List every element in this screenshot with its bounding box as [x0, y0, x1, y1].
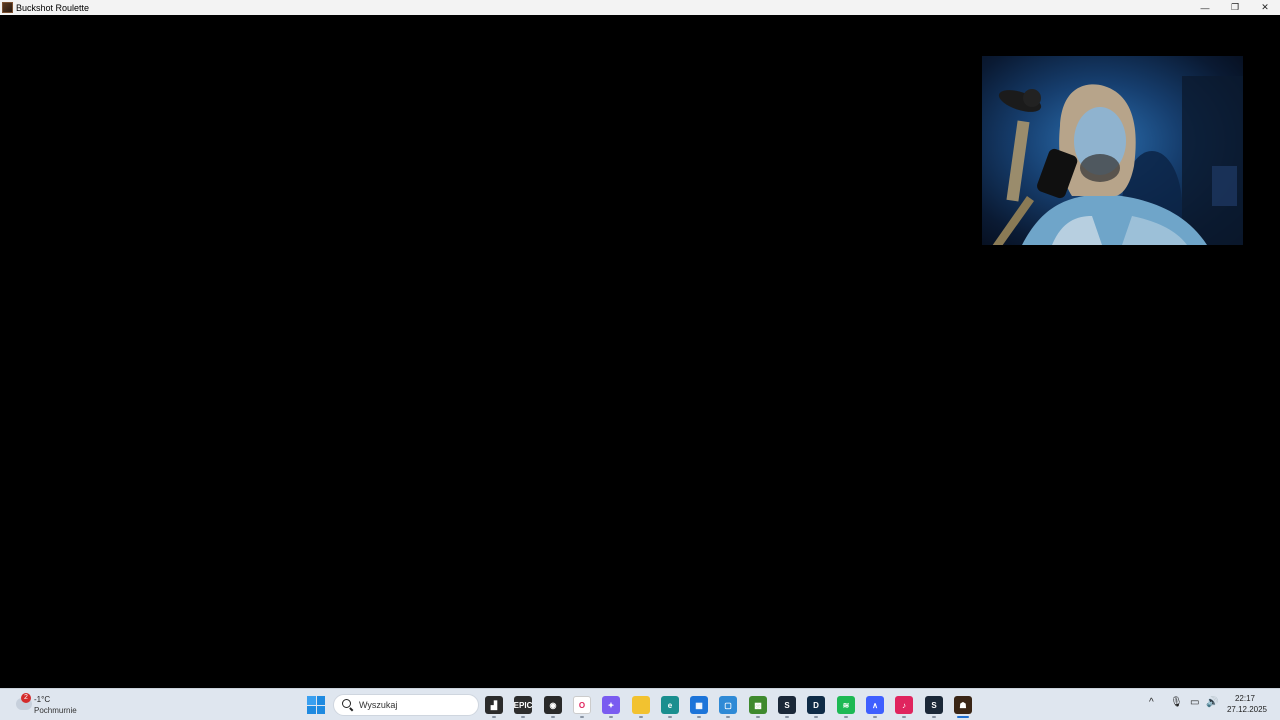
edge-icon[interactable]: e	[661, 696, 679, 714]
file-explorer-icon[interactable]	[632, 696, 650, 714]
running-indicator	[902, 716, 906, 718]
search-icon	[342, 699, 354, 711]
steam-2-icon[interactable]: S	[925, 696, 943, 714]
windows-logo-icon	[307, 696, 316, 705]
windows-taskbar: 2 -1°C Pochmurnie Wyszukaj ▟ EPIC ◉ O ✦ e ▦ ▢ ▩ S…	[0, 688, 1280, 720]
volume-icon[interactable]: 🔊	[1206, 697, 1218, 708]
steam-icon[interactable]: S	[778, 696, 796, 714]
weather-description: Pochmurnie	[34, 706, 77, 715]
close-button[interactable]: ✕	[1250, 0, 1280, 15]
running-indicator	[668, 716, 672, 718]
deepl-icon[interactable]: D	[807, 696, 825, 714]
buckshot-roulette-app-icon	[2, 2, 13, 13]
epic-games-icon[interactable]: EPIC	[514, 696, 532, 714]
running-indicator	[726, 716, 730, 718]
network-icon[interactable]: ▭	[1190, 697, 1199, 708]
window-title: Buckshot Roulette	[16, 2, 90, 13]
notepad-icon[interactable]: ▢	[719, 696, 737, 714]
running-indicator	[492, 716, 496, 718]
running-indicator	[639, 716, 643, 718]
minecraft-icon[interactable]: ▩	[749, 696, 767, 714]
search-placeholder: Wyszukaj	[359, 700, 398, 710]
running-indicator	[697, 716, 701, 718]
windows-logo-pane	[316, 705, 325, 714]
copilot-icon[interactable]: ✦	[602, 696, 620, 714]
running-indicator	[785, 716, 789, 718]
window-titlebar[interactable]: Buckshot Roulette — ❐ ✕	[0, 0, 1280, 15]
running-indicator	[873, 716, 877, 718]
weather-temperature: -1°C	[34, 695, 51, 704]
tiktok-icon[interactable]: ♪	[895, 696, 913, 714]
weather-widget[interactable]: 2 -1°C Pochmurnie	[14, 692, 94, 718]
running-indicator	[814, 716, 818, 718]
clock-date[interactable]: 27.12.2025	[1227, 705, 1267, 714]
window-controls: — ❐ ✕	[1190, 0, 1280, 15]
running-indicator	[957, 716, 969, 718]
start-button[interactable]	[307, 696, 325, 714]
running-indicator	[551, 716, 555, 718]
spotify-icon[interactable]: ≋	[837, 696, 855, 714]
webcam-overlay	[982, 56, 1243, 245]
running-indicator	[580, 716, 584, 718]
running-indicator	[844, 716, 848, 718]
running-indicator	[609, 716, 613, 718]
clock-time[interactable]: 22:17	[1235, 694, 1255, 703]
buckshot-roulette-icon[interactable]: ☗	[954, 696, 972, 714]
running-indicator	[521, 716, 525, 718]
notification-badge: 2	[21, 693, 31, 703]
nordvpn-icon[interactable]: ∧	[866, 696, 884, 714]
microphone-icon[interactable]: 🎙	[1170, 697, 1183, 708]
webcam-feed-image	[992, 76, 1243, 245]
opera-icon[interactable]: O	[573, 696, 591, 714]
taskbar-search[interactable]: Wyszukaj	[333, 694, 479, 716]
minimize-button[interactable]: —	[1190, 0, 1220, 15]
windows-logo-pane	[316, 696, 325, 705]
obs-icon[interactable]: ◉	[544, 696, 562, 714]
running-indicator	[932, 716, 936, 718]
restore-button[interactable]: ❐	[1220, 0, 1250, 15]
running-indicator	[756, 716, 760, 718]
tray-chevron-icon[interactable]: ^	[1149, 697, 1154, 708]
windows-logo-pane	[307, 705, 316, 714]
task-view-icon[interactable]: ▟	[485, 696, 503, 714]
microsoft-store-icon[interactable]: ▦	[690, 696, 708, 714]
